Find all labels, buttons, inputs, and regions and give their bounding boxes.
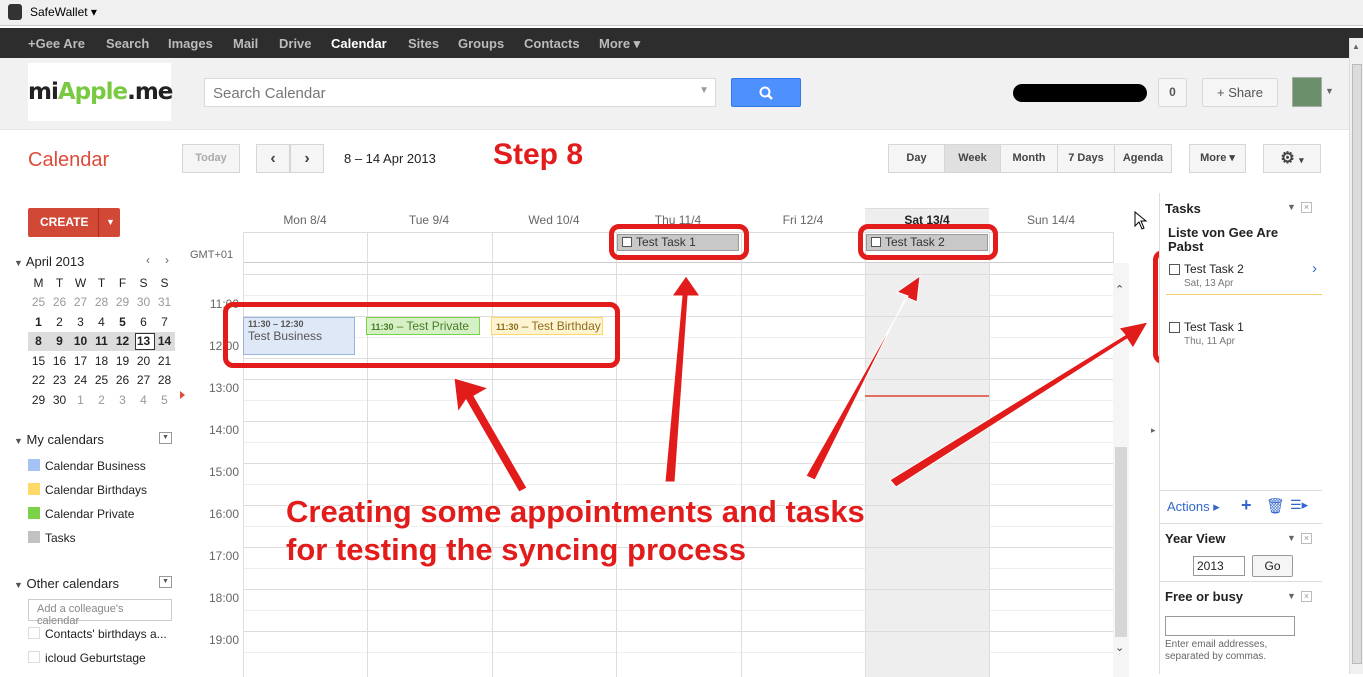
task-checkbox[interactable] [1169, 264, 1180, 275]
year-view-title: Year View [1165, 531, 1226, 546]
free-busy-title: Free or busy [1165, 589, 1244, 604]
year-view-close-icon[interactable]: × [1301, 533, 1312, 544]
tasks-title: Tasks [1165, 201, 1201, 216]
arrow-to-task-1 [664, 275, 701, 483]
free-busy-menu-icon[interactable]: ▼ [1287, 591, 1296, 601]
tasks-actions-menu[interactable]: Actions ▸ [1167, 499, 1220, 515]
trash-icon[interactable]: 🗑 [1266, 497, 1285, 515]
window-scrollbar[interactable]: ▲ [1349, 38, 1363, 674]
add-task-icon[interactable]: + [1241, 495, 1252, 516]
annotation-line-2: for testing the syncing process [286, 532, 746, 567]
chevron-right-icon[interactable]: › [1312, 260, 1317, 277]
task-list-name[interactable]: Liste von Gee Are Pabst [1168, 226, 1303, 254]
task-item[interactable]: Test Task 2 Sat, 13 Apr › [1166, 260, 1322, 295]
tasks-panel: Tasks ▼ × Liste von Gee Are Pabst Test T… [1151, 193, 1363, 674]
arrow-to-tasks-panel [889, 321, 1149, 488]
arrow-to-appointments [453, 377, 528, 493]
year-go-button[interactable]: Go [1252, 555, 1293, 577]
mouse-cursor-icon [1134, 211, 1148, 230]
year-view-menu-icon[interactable]: ▼ [1287, 533, 1296, 543]
year-input[interactable]: 2013 [1193, 556, 1245, 576]
free-busy-close-icon[interactable]: × [1301, 591, 1312, 602]
annotation-line-1: Creating some appointments and tasks [286, 494, 865, 529]
arrow-to-task-2 [805, 274, 921, 481]
window-scrollbar-thumb[interactable] [1352, 64, 1362, 664]
expand-panel-icon[interactable]: ▸ [1151, 425, 1156, 436]
list-icon[interactable]: ☰▸ [1290, 497, 1308, 513]
tasks-close-icon[interactable]: × [1301, 202, 1312, 213]
window-scroll-up-icon[interactable]: ▲ [1352, 42, 1360, 51]
free-busy-hint: Enter email addresses, separated by comm… [1165, 639, 1268, 662]
free-busy-email-input[interactable] [1165, 616, 1295, 636]
task-checkbox[interactable] [1169, 322, 1180, 333]
tasks-menu-icon[interactable]: ▼ [1287, 202, 1296, 212]
task-item[interactable]: Test Task 1 Thu, 11 Apr [1166, 319, 1322, 353]
